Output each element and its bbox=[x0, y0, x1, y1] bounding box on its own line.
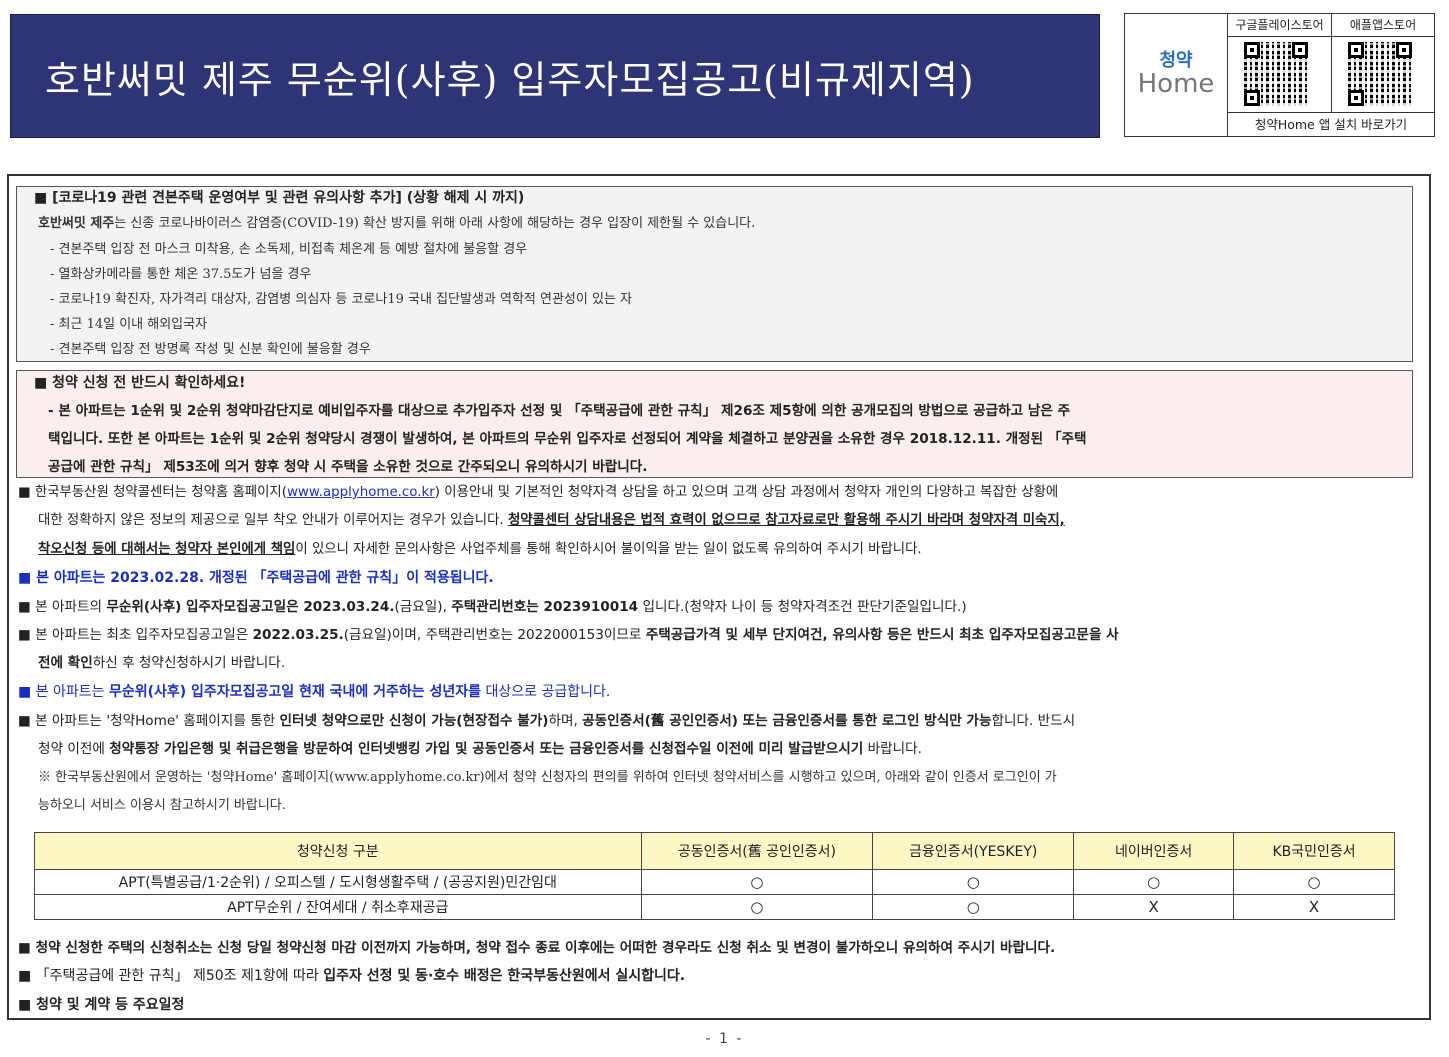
text-span: 하신 후 청약신청하시기 바랍니다. bbox=[92, 655, 286, 671]
covid-intro-text: 는 신종 코로나바이러스 감염증(COVID-19) 확산 방지를 위해 아래 … bbox=[114, 216, 756, 231]
page-title: 호반써밋 제주 무순위(사후) 입주자모집공고(비규제지역) bbox=[45, 57, 975, 102]
qr-code-icon[interactable] bbox=[1348, 42, 1412, 106]
eligibility-notice: ■ 본 아파트는 무순위(사후) 입주자모집공고일 현재 국내에 거주하는 성년… bbox=[18, 682, 610, 702]
service-note-line1: ※ 한국부동산원에서 운영하는 '청약Home' 홈페이지(www.applyh… bbox=[38, 770, 1057, 785]
table-header: KB국민인증서 bbox=[1233, 832, 1395, 870]
app-install-panel: 청약 Home 구글플레이스토어 애플앱스토어 청약Home 앱 설치 바로가기 bbox=[1124, 13, 1435, 137]
table-header: 금융인증서(YESKEY) bbox=[872, 832, 1075, 870]
text-span: 청약 이전에 bbox=[38, 741, 110, 757]
warning-heading: ■ 청약 신청 전 반드시 확인하세요! bbox=[34, 375, 246, 391]
table-header: 청약신청 구분 bbox=[34, 832, 642, 870]
warning-line: - 본 아파트는 1순위 및 2순위 청약마감단지로 예비입주자를 대상으로 추… bbox=[48, 403, 1071, 419]
table-cell: ○ bbox=[1073, 869, 1235, 895]
table-cell: ○ bbox=[872, 869, 1075, 895]
covid-item: - 최근 14일 이내 해외입국자 bbox=[50, 317, 208, 332]
covid-heading: ■ [코로나19 관련 견본주택 운영여부 및 관련 유의사항 추가] (상황 … bbox=[34, 190, 525, 206]
table-cell: APT무순위 / 잔여세대 / 취소후재공급 bbox=[34, 894, 642, 920]
initial-announcement-date: 2022.03.25. bbox=[252, 627, 344, 643]
text-span: ■ 본 아파트의 bbox=[18, 599, 107, 615]
table-row: APT(특별공급/1·2순위) / 오피스텔 / 도시형생활주택 / (공공지원… bbox=[34, 869, 1395, 895]
selection-body: 입주자 선정 및 동·호수 배정은 한국부동산원에서 실시합니다. bbox=[323, 968, 686, 984]
covid-item: - 견본주택 입장 전 마스크 미착용, 손 소독제, 비접촉 체온계 등 예방… bbox=[50, 242, 528, 257]
schedule-heading: ■ 청약 및 계약 등 주요일정 bbox=[18, 997, 185, 1013]
table-header: 공동인증서(舊 공인인증서) bbox=[640, 832, 874, 870]
announcement-date-notice: ■ 본 아파트의 무순위(사후) 입주자모집공고일은 2023.03.24.(금… bbox=[18, 597, 967, 617]
page-number: - 1 - bbox=[705, 1031, 744, 1047]
text-span: ■ 한국부동산원 청약콜센터는 청약홈 홈페이지( bbox=[18, 485, 287, 500]
eligibility-target: 무순위(사후) 입주자모집공고일 현재 국내에 거주하는 성년자를 bbox=[108, 684, 482, 700]
certificate-issue-notice: 청약통장 가입은행 및 취급은행을 방문하여 인터넷뱅킹 가입 및 공동인증서 … bbox=[109, 741, 864, 757]
housing-management-number: 주택관리번호는 2023910014 bbox=[451, 599, 639, 615]
table-cell: ○ bbox=[1233, 869, 1395, 895]
app-store-column[interactable]: 애플앱스토어 bbox=[1332, 14, 1434, 112]
table-cell: X bbox=[1073, 894, 1235, 920]
rule-applied-notice: ■ 본 아파트는 2023.02.28. 개정된 「주택공급에 관한 규칙」이 … bbox=[18, 570, 494, 586]
text-span: 합니다. 반드시 bbox=[991, 713, 1076, 729]
applyhome-logo[interactable]: 청약 Home bbox=[1125, 14, 1228, 136]
qr-code-icon[interactable] bbox=[1244, 42, 1308, 106]
text-span: ■ 「주택공급에 관한 규칙」 제50조 제1항에 따라 bbox=[18, 968, 324, 984]
app-store-label: 애플앱스토어 bbox=[1332, 14, 1434, 37]
announcement-date: 무순위(사후) 입주자모집공고일은 2023.03.24. bbox=[106, 599, 395, 615]
login-method-notice: 공동인증서(舊 공인인증서) 또는 금융인증서를 통한 로그인 방식만 가능 bbox=[582, 713, 992, 729]
text-span: 바랍니다. bbox=[863, 741, 922, 757]
logo-text-top: 청약 bbox=[1159, 50, 1193, 71]
initial-announcement-line2: 전에 확인하신 후 청약신청하시기 바랍니다. bbox=[38, 653, 285, 673]
online-application-line1: ■ 본 아파트는 '청약Home' 홈페이지를 통한 인터넷 청약으로만 신청이… bbox=[18, 711, 1075, 731]
covid-intro-complex: 호반써밋 제주 bbox=[38, 216, 115, 231]
text-span: 입니다.(청약자 나이 등 청약자격조건 판단기준일입니다.) bbox=[638, 599, 967, 615]
callcenter-notice-line3: 착오신청 등에 대해서는 청약자 본인에게 책임이 있으니 자세한 문의사항은 … bbox=[38, 540, 922, 560]
covid-intro: 호반써밋 제주는 신종 코로나바이러스 감염증(COVID-19) 확산 방지를… bbox=[38, 214, 755, 234]
service-note-line2: 능하오니 서비스 이용시 참고하시기 바랍니다. bbox=[38, 798, 286, 813]
callcenter-notice-line1: ■ 한국부동산원 청약콜센터는 청약홈 홈페이지(www.applyhome.c… bbox=[18, 483, 1058, 503]
online-only-notice: 인터넷 청약으로만 신청이 가능(현장접수 불가) bbox=[279, 713, 549, 729]
google-play-column[interactable]: 구글플레이스토어 bbox=[1228, 14, 1332, 112]
initial-announcement-line1: ■ 본 아파트는 최초 입주자모집공고일은 2022.03.25.(금요일)이며… bbox=[18, 625, 1119, 645]
logo-text-bottom: Home bbox=[1137, 69, 1215, 99]
selection-notice: ■ 「주택공급에 관한 규칙」 제50조 제1항에 따라 입주자 선정 및 동·… bbox=[18, 966, 685, 986]
callcenter-disclaimer: 청약콜센터 상담내용은 법적 효력이 없으므로 참고자료로만 활용해 주시기 바… bbox=[507, 513, 1065, 528]
text-span: ■ 본 아파트는 최초 입주자모집공고일은 bbox=[18, 627, 253, 643]
applicant-responsibility: 착오신청 등에 대해서는 청약자 본인에게 책임 bbox=[38, 542, 296, 557]
check-initial-notice: 주택공급가격 및 세부 단지여건, 유의사항 등은 반드시 최초 입주자모집공고… bbox=[645, 627, 1119, 643]
table-cell: ○ bbox=[640, 869, 874, 895]
text-span: ■ 본 아파트는 bbox=[18, 684, 109, 700]
table-row: APT무순위 / 잔여세대 / 취소후재공급 ○ ○ X X bbox=[34, 894, 1395, 920]
covid-item: - 코로나19 확진자, 자가격리 대상자, 감염병 의심자 등 코로나19 국… bbox=[50, 292, 632, 307]
cancellation-notice: ■ 청약 신청한 주택의 신청취소는 신청 당일 청약신청 마감 이전까지 가능… bbox=[18, 940, 1056, 956]
text-span: 이 있으니 자세한 문의사항은 사업주체를 통해 확인하시어 불이익을 받는 일… bbox=[295, 542, 922, 557]
google-play-label: 구글플레이스토어 bbox=[1228, 14, 1331, 37]
text-span: 대한 정확하지 않은 정보의 제공으로 일부 착오 안내가 이루어지는 경우가 … bbox=[38, 513, 508, 528]
table-cell: ○ bbox=[872, 894, 1075, 920]
callcenter-notice-line2: 대한 정확하지 않은 정보의 제공으로 일부 착오 안내가 이루어지는 경우가 … bbox=[38, 511, 1065, 531]
covid-item: - 열화상카메라를 통한 체온 37.5도가 넘을 경우 bbox=[50, 267, 312, 282]
covid-item: - 견본주택 입장 전 방명록 작성 및 신분 확인에 불응할 경우 bbox=[50, 342, 371, 357]
text-span: 하며, bbox=[548, 713, 583, 729]
applyhome-link[interactable]: www.applyhome.co.kr bbox=[287, 485, 435, 500]
certificate-table: 청약신청 구분 공동인증서(舊 공인인증서) 금융인증서(YESKEY) 네이버… bbox=[34, 832, 1395, 920]
table-cell: APT(특별공급/1·2순위) / 오피스텔 / 도시형생활주택 / (공공지원… bbox=[34, 869, 642, 895]
warning-line: 택입니다. 또한 본 아파트는 1순위 및 2순위 청약당시 경쟁이 발생하여,… bbox=[48, 431, 1087, 447]
text-span: (금요일), bbox=[394, 599, 452, 615]
text-span: ) 이용안내 및 기본적인 청약자격 상담을 하고 있으며 고객 상담 과정에서… bbox=[434, 485, 1059, 500]
text-span: ■ 본 아파트는 '청약Home' 홈페이지를 통한 bbox=[18, 713, 280, 729]
text-span: (금요일)이며, 주택관리번호는 2022000153이므로 bbox=[343, 627, 646, 643]
text-span: 대상으로 공급합니다. bbox=[481, 684, 611, 700]
table-header-row: 청약신청 구분 공동인증서(舊 공인인증서) 금융인증서(YESKEY) 네이버… bbox=[34, 832, 1395, 870]
table-header: 네이버인증서 bbox=[1073, 832, 1235, 870]
table-cell: ○ bbox=[640, 894, 874, 920]
table-cell: X bbox=[1233, 894, 1395, 920]
title-banner: 호반써밋 제주 무순위(사후) 입주자모집공고(비규제지역) bbox=[10, 14, 1100, 138]
warning-line: 공급에 관한 규칙」 제53조에 의거 향후 청약 시 주택을 소유한 것으로 … bbox=[48, 459, 648, 475]
app-install-caption[interactable]: 청약Home 앱 설치 바로가기 bbox=[1228, 112, 1434, 136]
text-span: 전에 확인 bbox=[38, 655, 93, 671]
online-application-line2: 청약 이전에 청약통장 가입은행 및 취급은행을 방문하여 인터넷뱅킹 가입 및… bbox=[38, 739, 922, 759]
